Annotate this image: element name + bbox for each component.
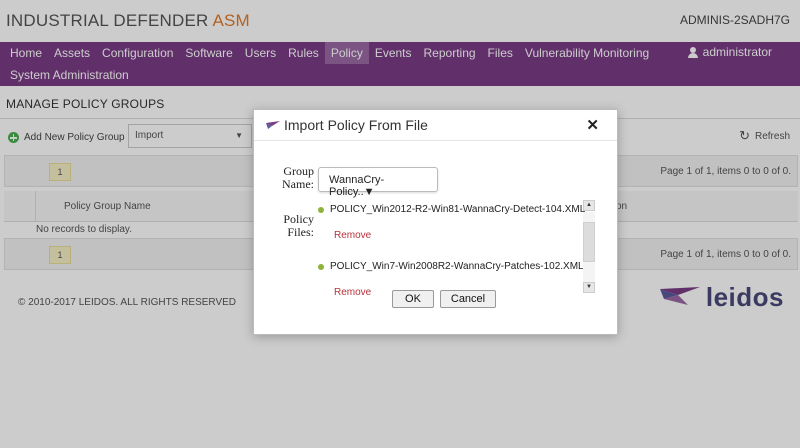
- status-dot-icon: [318, 263, 324, 270]
- group-name-label-line2: Name:: [282, 177, 314, 191]
- import-policy-dialog: Import Policy From File ✕ Group Name: Wa…: [253, 109, 618, 335]
- file-item: POLICY_Win7-Win2008R2-WannaCry-Patches-1…: [318, 261, 584, 272]
- close-icon[interactable]: ✕: [586, 116, 599, 134]
- file-item: POLICY_Win2012-R2-Win81-WannaCry-Detect-…: [318, 204, 585, 215]
- file-name: POLICY_Win2012-R2-Win81-WannaCry-Detect-…: [330, 204, 586, 215]
- scroll-up-icon[interactable]: ▲: [583, 200, 595, 211]
- policy-files-label-line2: Files:: [287, 225, 314, 239]
- file-name: POLICY_Win7-Win2008R2-WannaCry-Patches-1…: [330, 261, 584, 272]
- dialog-title: Import Policy From File: [284, 117, 428, 133]
- status-dot-icon: [318, 206, 324, 213]
- policy-files-label: Policy Files:: [272, 213, 314, 239]
- files-scrollbar[interactable]: ▲ ▼: [583, 200, 595, 295]
- group-name-label: Group Name:: [272, 165, 314, 191]
- remove-file-link[interactable]: Remove: [334, 287, 371, 298]
- dialog-header: Import Policy From File ✕: [254, 110, 617, 141]
- scroll-thumb[interactable]: [583, 222, 595, 262]
- group-name-value: WannaCry-Policy..: [329, 174, 385, 198]
- group-name-select[interactable]: WannaCry-Policy..▼: [318, 167, 438, 198]
- scroll-down-icon[interactable]: ▼: [583, 282, 595, 293]
- app-window: INDUSTRIAL DEFENDER ASM ADMINIS-2SADH7G …: [0, 0, 800, 448]
- caret-down-icon: ▼: [363, 186, 375, 198]
- remove-file-link[interactable]: Remove: [334, 230, 371, 241]
- ok-button[interactable]: OK: [392, 290, 434, 308]
- policy-files-list: POLICY_Win2012-R2-Win81-WannaCry-Detect-…: [318, 198, 596, 298]
- leidos-mark-icon: [266, 121, 280, 129]
- cancel-button[interactable]: Cancel: [440, 290, 496, 308]
